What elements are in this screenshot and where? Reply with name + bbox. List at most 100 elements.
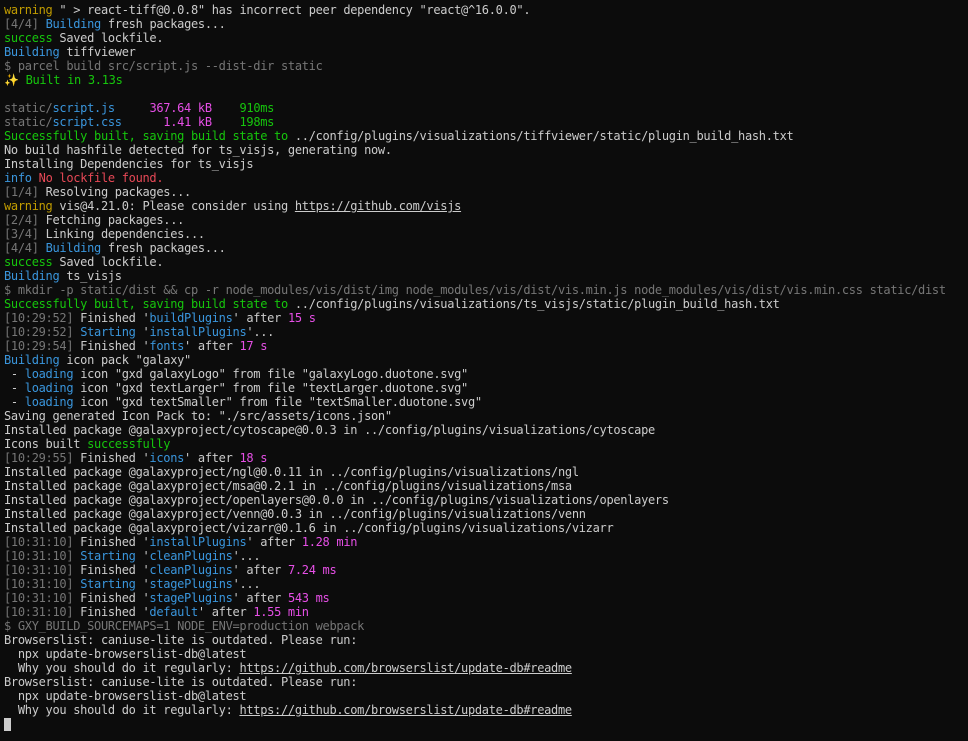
output-text: [10:31:10] <box>4 535 74 549</box>
terminal-line: Saving generated Icon Pack to: "./src/as… <box>4 409 968 423</box>
output-text: ' after <box>184 451 240 465</box>
output-text: '... <box>232 549 261 563</box>
output-text: Installed package @galaxyproject/cytosca… <box>4 423 655 437</box>
output-text: loading <box>24 395 74 409</box>
terminal-window[interactable]: warning " > react-tiff@0.0.8" has incorr… <box>0 0 968 741</box>
output-text: static/ <box>4 101 53 115</box>
output-text: [10:29:52] <box>4 311 74 325</box>
output-text: 7.24 ms <box>287 563 337 577</box>
output-text: icon pack "galaxy" <box>59 353 191 367</box>
output-text: Building <box>4 45 60 59</box>
output-text: " > react-tiff@0.0.8" has incorrect peer… <box>52 3 531 17</box>
terminal-line: [1/4] Resolving packages... <box>4 185 968 199</box>
terminal-line: [2/4] Fetching packages... <box>4 213 968 227</box>
output-text: - <box>4 381 25 395</box>
terminal-line: [10:31:10] Finished 'installPlugins' aft… <box>4 535 968 549</box>
terminal-line: - loading icon "gxd galaxyLogo" from fil… <box>4 367 968 381</box>
output-text: 198ms <box>239 115 275 129</box>
output-text: tiffviewer <box>59 45 136 59</box>
output-text: Building <box>4 269 60 283</box>
output-text: Starting <box>80 549 136 563</box>
output-text: [4/4] <box>4 17 46 31</box>
terminal-line: [10:29:54] Finished 'fonts' after 17 s <box>4 339 968 353</box>
output-text: Installed package @galaxyproject/openlay… <box>4 493 669 507</box>
output-text: [4/4] <box>4 241 46 255</box>
url-link[interactable]: https://github.com/visjs <box>295 199 462 213</box>
output-text: [10:29:54] <box>4 339 74 353</box>
output-text: [10:31:10] <box>4 549 74 563</box>
terminal-line: Why you should do it regularly: https://… <box>4 703 968 717</box>
terminal-line: Installed package @galaxyproject/venn@0.… <box>4 507 968 521</box>
url-link[interactable]: https://github.com/browserslist/update-d… <box>239 661 572 675</box>
output-text: 18 s <box>239 451 268 465</box>
output-text: fresh packages... <box>100 241 226 255</box>
output-text: Fetching packages... <box>45 213 185 227</box>
output-text: [10:29:55] <box>4 451 74 465</box>
output-text: - <box>4 367 25 381</box>
terminal-line: [4/4] Building fresh packages... <box>4 17 968 31</box>
terminal-line: Installed package @galaxyproject/vizarr@… <box>4 521 968 535</box>
output-text: Finished ' <box>73 311 150 325</box>
terminal-line: warning vis@4.21.0: Please consider usin… <box>4 199 968 213</box>
terminal-line: Browserslist: caniuse-lite is outdated. … <box>4 633 968 647</box>
output-text: npx update-browserslist-db@latest <box>4 689 247 703</box>
output-text: 367.64 kB <box>149 101 212 115</box>
output-text: No lockfile found. <box>38 171 164 185</box>
output-text: $ GXY_BUILD_SOURCEMAPS=1 NODE_ENV=produc… <box>4 619 365 633</box>
output-text: $ mkdir -p static/dist && cp -r node_mod… <box>4 283 946 297</box>
terminal-line: static/script.js 367.64 kB 910ms <box>4 101 968 115</box>
output-text: vis@4.21.0: Please consider using <box>52 199 295 213</box>
output-text: ' <box>135 549 150 563</box>
output-text: npx update-browserslist-db@latest <box>4 647 247 661</box>
terminal-line: Icons built successfully <box>4 437 968 451</box>
terminal-line: - loading icon "gxd textSmaller" from fi… <box>4 395 968 409</box>
output-text: [1/4] <box>4 185 46 199</box>
output-text: default <box>149 605 198 619</box>
output-text: 1.55 min <box>253 605 309 619</box>
prompt-line[interactable] <box>4 717 968 731</box>
output-text: Successfully built, saving build state t… <box>4 297 288 311</box>
terminal-line: $ mkdir -p static/dist && cp -r node_mod… <box>4 283 968 297</box>
output-text: [10:31:10] <box>4 591 74 605</box>
terminal-line: warning " > react-tiff@0.0.8" has incorr… <box>4 3 968 17</box>
output-text: $ parcel build src/script.js --dist-dir … <box>4 59 323 73</box>
output-text: icon "gxd textSmaller" from file "textSm… <box>73 395 482 409</box>
output-text: success <box>4 255 53 269</box>
output-text: ' after <box>197 605 254 619</box>
terminal-line: Why you should do it regularly: https://… <box>4 661 968 675</box>
terminal-line: Browserslist: caniuse-lite is outdated. … <box>4 675 968 689</box>
output-text: ' after <box>232 563 288 577</box>
output-text: Installing Dependencies for ts_visjs <box>4 157 254 171</box>
terminal-line: [10:31:10] Finished 'stagePlugins' after… <box>4 591 968 605</box>
output-text: Installed package @galaxyproject/ngl@0.0… <box>4 465 579 479</box>
terminal-line: [10:29:55] Finished 'icons' after 18 s <box>4 451 968 465</box>
output-text: Finished ' <box>73 339 150 353</box>
output-text: success <box>4 31 53 45</box>
output-text: [10:29:52] <box>4 325 74 339</box>
terminal-line: $ GXY_BUILD_SOURCEMAPS=1 NODE_ENV=produc… <box>4 619 968 633</box>
output-text: Installed package @galaxyproject/msa@0.2… <box>4 479 572 493</box>
output-text: ' after <box>232 591 288 605</box>
output-text: ✨ Built in 3.13s <box>4 73 123 87</box>
output-text: Successfully built, saving build state t… <box>4 129 288 143</box>
terminal-line: Building icon pack "galaxy" <box>4 353 968 367</box>
terminal-output: warning " > react-tiff@0.0.8" has incorr… <box>4 3 968 717</box>
output-text: ts_visjs <box>59 269 122 283</box>
terminal-line: info No lockfile found. <box>4 171 968 185</box>
output-text: [3/4] <box>4 227 46 241</box>
output-text: [2/4] <box>4 213 46 227</box>
output-text: buildPlugins <box>149 311 233 325</box>
output-text: Building <box>45 17 102 31</box>
terminal-line: [10:31:10] Starting 'cleanPlugins'... <box>4 549 968 563</box>
text-cursor <box>4 718 11 731</box>
terminal-line: - loading icon "gxd textLarger" from fil… <box>4 381 968 395</box>
output-text: ../config/plugins/visualizations/ts_visj… <box>287 297 780 311</box>
output-text: Starting <box>80 577 136 591</box>
output-text: - <box>4 395 25 409</box>
url-link[interactable]: https://github.com/browserslist/update-d… <box>239 703 572 717</box>
output-text: static/ <box>4 115 53 129</box>
output-text: Installed package @galaxyproject/venn@0.… <box>4 507 586 521</box>
output-text: '... <box>232 577 261 591</box>
output-text: Finished ' <box>73 451 150 465</box>
